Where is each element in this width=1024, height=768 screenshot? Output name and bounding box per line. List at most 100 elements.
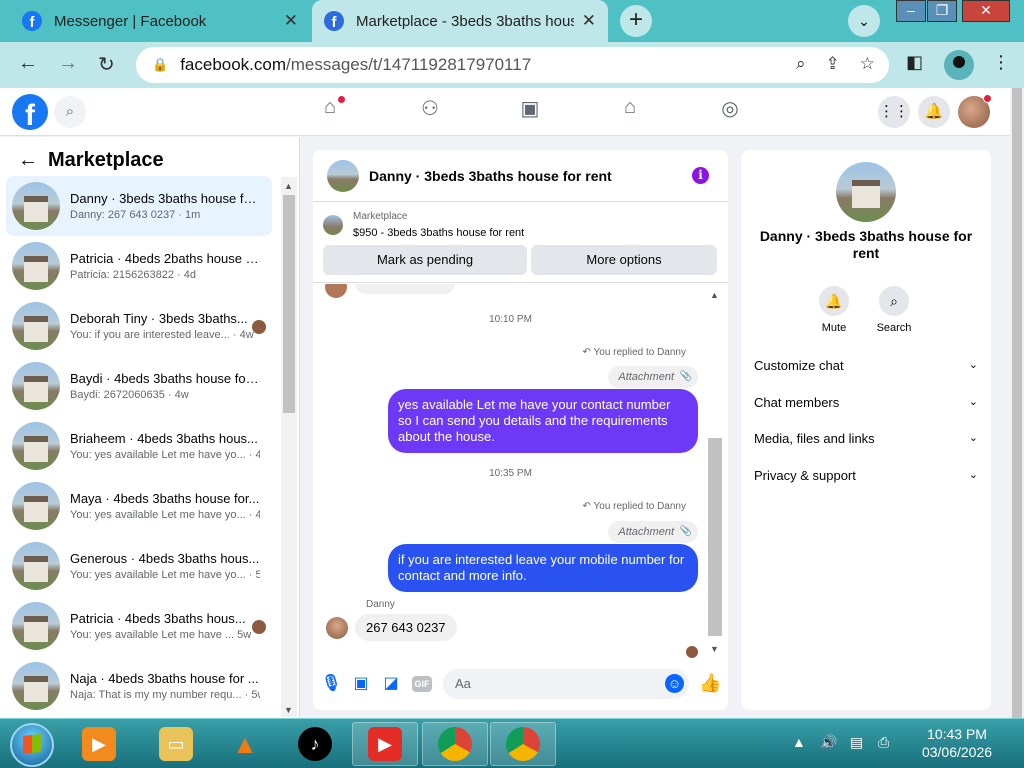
conversation-item[interactable]: Baydi · 4beds 3baths house for... Baydi: …	[6, 356, 272, 416]
outgoing-message[interactable]: yes available Let me have your contact n…	[388, 389, 698, 453]
taskbar-youtube[interactable]: ▶	[352, 722, 418, 766]
start-button[interactable]	[10, 723, 54, 767]
close-window-button[interactable]: ✕	[962, 0, 1010, 22]
chat-title[interactable]: Danny · 3beds 3baths house for rent	[369, 168, 612, 184]
search-icon[interactable]: ⌕	[54, 96, 86, 128]
mute-button[interactable]: 🔔 Mute	[804, 286, 864, 334]
taskbar-chrome-1[interactable]	[422, 722, 488, 766]
search-button[interactable]: ⌕ Search	[864, 286, 924, 334]
thumbs-up-icon[interactable]: 👍	[699, 673, 721, 694]
taskbar-tiktok[interactable]: ♪	[282, 722, 348, 766]
taskbar-chrome-2[interactable]	[490, 722, 556, 766]
conversation-item[interactable]: Patricia · 4beds 2baths house f... Patric…	[6, 236, 272, 296]
contact-avatar[interactable]	[836, 162, 896, 222]
conversation-text: Briaheem · 4beds 3baths hous... You: yes …	[70, 431, 260, 461]
more-options-button[interactable]: More options	[531, 245, 717, 275]
network-icon[interactable]: ▤	[850, 734, 863, 751]
conversation-preview: You: yes available Let me have yo... · 4…	[70, 509, 260, 521]
listing-thumbnail	[12, 662, 60, 710]
conversation-preview: You: if you are interested leave... · 4w	[70, 329, 254, 341]
lock-icon[interactable]: 🔒	[152, 57, 168, 73]
close-tab-icon[interactable]: ✕	[284, 11, 298, 31]
chrome-profile-icon[interactable]	[944, 50, 974, 80]
conversation-item[interactable]: Danny · 3beds 3baths house fo... Danny: 2…	[6, 176, 272, 236]
facebook-logo-icon[interactable]: f	[12, 94, 48, 130]
conversation-item[interactable]: Deborah Tiny · 3beds 3baths... You: if yo…	[6, 296, 272, 356]
gif-icon[interactable]: GIF	[412, 676, 432, 692]
incoming-message[interactable]: 267 643 0237	[355, 614, 457, 641]
taskbar-media-player[interactable]: ▶	[66, 722, 132, 766]
sticker-icon[interactable]: ◪	[381, 674, 401, 694]
zoom-icon[interactable]: ⌕	[796, 54, 806, 74]
conversation-item[interactable]: Patricia · 4beds 3baths hous... You: yes …	[6, 596, 272, 656]
volume-icon[interactable]: 🔊	[820, 734, 837, 751]
forward-arrow-icon[interactable]: →	[58, 52, 78, 75]
scroll-up-arrow-icon[interactable]: ▲	[710, 290, 719, 300]
account-avatar[interactable]	[958, 94, 992, 128]
microphone-icon[interactable]: 🎙	[321, 674, 341, 694]
conversation-item[interactable]: Naja · 4beds 3baths house for ... Naja: T…	[6, 656, 272, 716]
share-icon[interactable]: ⇪	[826, 54, 840, 74]
attachment-chip[interactable]: Attachment	[608, 366, 698, 388]
conversation-item[interactable]: Maya · 4beds 3baths house for... You: yes…	[6, 476, 272, 536]
scroll-down-arrow-icon[interactable]: ▼	[710, 644, 719, 654]
url-bar[interactable]: 🔒 facebook.com/messages/t/14711928179701…	[136, 47, 889, 83]
menu-grid-icon[interactable]: ⋮⋮	[878, 96, 910, 128]
side-panel-icon[interactable]: ◧	[906, 52, 923, 73]
danny-avatar[interactable]	[326, 617, 348, 639]
maximize-window-button[interactable]: ❐	[927, 0, 957, 22]
taskbar-clock[interactable]: 10:43 PM 03/06/2026	[912, 725, 1002, 761]
taskbar-explorer[interactable]: ▭	[143, 722, 209, 766]
back-arrow-icon[interactable]: ←	[18, 149, 38, 172]
show-hidden-icons-icon[interactable]: ▲	[792, 734, 806, 750]
media-files-links-row[interactable]: Media, files and links ⌄	[754, 431, 978, 446]
info-icon[interactable]: i	[692, 167, 709, 184]
chrome-menu-icon[interactable]: ⋮	[992, 52, 1010, 73]
scroll-down-arrow-icon[interactable]: ▼	[284, 705, 293, 715]
page-scrollbar[interactable]	[1010, 88, 1024, 718]
contact-name: Danny · 3beds 3baths house for rent	[759, 228, 973, 261]
minimize-window-button[interactable]: –	[896, 0, 926, 22]
watch-icon[interactable]: ▣	[480, 96, 580, 128]
tab-messenger[interactable]: f Messenger | Facebook ✕	[10, 0, 310, 42]
customize-chat-row[interactable]: Customize chat ⌄	[754, 358, 978, 373]
thread-scrollbar[interactable]: ▲ ▼	[707, 284, 723, 660]
chat-avatar[interactable]	[327, 159, 359, 192]
tab-marketplace[interactable]: f Marketplace - 3beds 3baths hous ✕	[312, 0, 608, 42]
home-icon[interactable]: ⌂	[280, 96, 380, 128]
attachment-chip[interactable]: Attachment	[608, 521, 698, 543]
conversation-item[interactable]: Generous · 4beds 3baths hous... You: yes …	[6, 536, 272, 596]
page-scrollbar-thumb[interactable]	[1012, 88, 1022, 718]
emoji-icon[interactable]: ☺	[665, 674, 684, 693]
tab-search-chevron-icon[interactable]: ⌄	[848, 5, 880, 37]
listing-thumbnail[interactable]	[323, 215, 343, 235]
new-tab-button[interactable]: +	[620, 5, 652, 37]
close-tab-icon[interactable]: ✕	[582, 11, 596, 31]
mark-as-pending-button[interactable]: Mark as pending	[323, 245, 527, 275]
reply-text: You replied to Danny	[593, 347, 686, 358]
scrollbar-thumb[interactable]	[283, 195, 295, 413]
message-input[interactable]: Aa	[443, 669, 689, 699]
taskbar-vlc[interactable]: ▲	[212, 722, 278, 766]
bookmark-star-icon[interactable]: ☆	[860, 54, 875, 74]
conversation-preview: Patricia: 2156263822 · 4d	[70, 269, 196, 281]
photo-icon[interactable]: ▣	[351, 674, 371, 694]
groups-icon[interactable]: ◎	[680, 96, 780, 128]
chat-members-row[interactable]: Chat members ⌄	[754, 395, 978, 410]
back-arrow-icon[interactable]: ←	[18, 52, 38, 75]
action-center-icon[interactable]: ⎙	[878, 734, 889, 751]
notifications-bell-icon[interactable]: 🔔	[918, 96, 950, 128]
conversation-item[interactable]: Briaheem · 4beds 3baths hous... You: yes …	[6, 416, 272, 476]
scroll-up-arrow-icon[interactable]: ▲	[284, 181, 293, 191]
privacy-support-row[interactable]: Privacy & support ⌄	[754, 468, 978, 483]
chevron-down-icon: ⌄	[968, 469, 978, 481]
reload-icon[interactable]: ↻	[98, 52, 115, 77]
listing-title[interactable]: $950 - 3beds 3baths house for rent	[353, 227, 524, 239]
row-label: Media, files and links	[754, 431, 875, 446]
conversation-list-scrollbar[interactable]: ▲ ▼	[281, 177, 297, 717]
scrollbar-thumb[interactable]	[708, 438, 722, 636]
outgoing-message[interactable]: if you are interested leave your mobile …	[388, 544, 698, 592]
youtube-icon: ▶	[368, 727, 402, 761]
friends-icon[interactable]: ⚇	[380, 96, 480, 128]
marketplace-icon[interactable]: ⌂	[580, 96, 680, 128]
